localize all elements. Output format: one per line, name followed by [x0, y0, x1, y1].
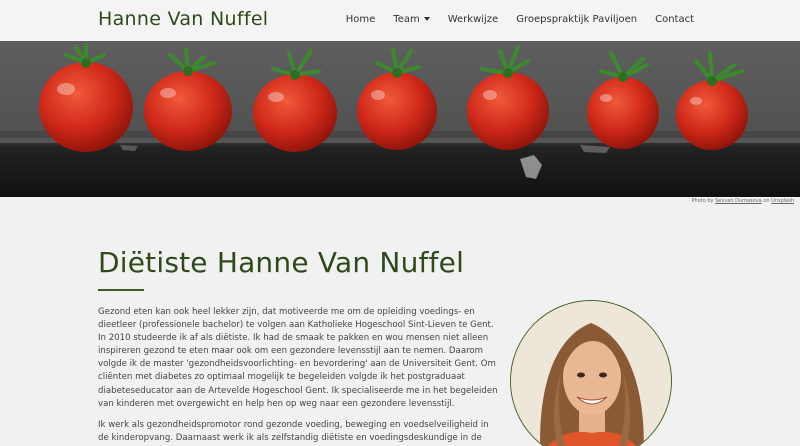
nav-item-team[interactable]: Team [393, 14, 430, 25]
photo-credit-middle: on [761, 198, 772, 204]
nav-item-contact[interactable]: Contact [655, 14, 694, 25]
nav-item-home[interactable]: Home [346, 14, 376, 25]
site-header: Hanne Van Nuffel Home Team Werkwijze Gro… [0, 0, 800, 41]
photo-credit: Photo by Sevvan Dumasova on Unsplash [692, 198, 794, 204]
intro-paragraph-1: Gezond eten kan ook heel lekker zijn, da… [98, 307, 498, 409]
nav-item-groepspraktijk[interactable]: Groepspraktijk Paviljoen [516, 14, 637, 25]
nav-item-werkwijze[interactable]: Werkwijze [448, 14, 499, 25]
intro-text: Gezond eten kan ook heel lekker zijn, da… [98, 306, 498, 446]
portrait-illustration [511, 301, 671, 446]
tomatoes-photo [0, 41, 800, 197]
title-divider [98, 289, 144, 291]
main-nav: Home Team Werkwijze Groepspraktijk Pavil… [328, 14, 694, 25]
nav-item-team-label: Team [393, 14, 420, 25]
photo-credit-source[interactable]: Unsplash [771, 198, 794, 204]
photo-credit-prefix: Photo by [691, 198, 716, 204]
photo-credit-author[interactable]: Sevvan Dumasova [715, 198, 762, 204]
page-title: Diëtiste Hanne Van Nuffel [98, 246, 465, 279]
hero-image [0, 41, 800, 197]
intro-paragraph-2: Ik werk als gezondheidspromotor rond gez… [98, 419, 489, 446]
profile-photo [510, 300, 672, 446]
site-brand[interactable]: Hanne Van Nuffel [98, 8, 268, 30]
chevron-down-icon [423, 17, 430, 21]
